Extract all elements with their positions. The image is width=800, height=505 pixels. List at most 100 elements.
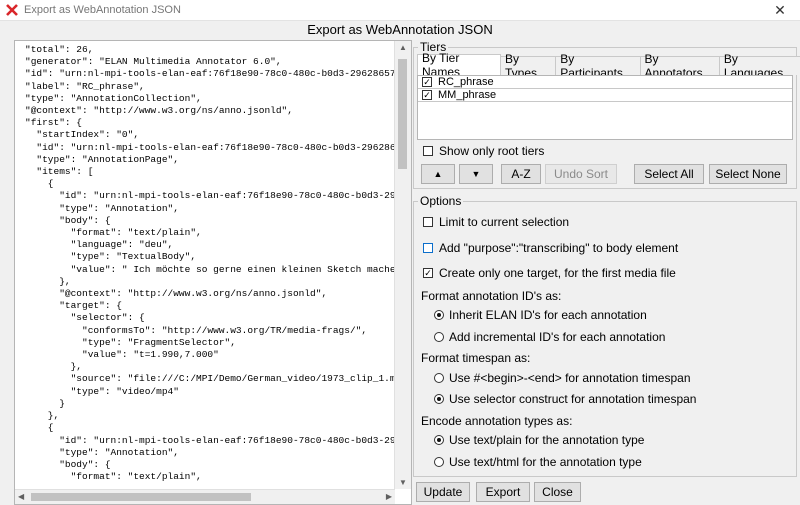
move-up-button[interactable]: ▲ — [421, 164, 455, 184]
use-hash-option[interactable]: Use #<begin>-<end> for annotation timesp… — [434, 371, 691, 385]
json-line: "type": "TextualBody", — [25, 251, 197, 263]
tier-list[interactable]: ✓ RC_phrase ✓ MM_phrase — [417, 75, 793, 140]
text-html-option[interactable]: Use text/html for the annotation type — [434, 455, 642, 469]
move-down-button[interactable]: ▼ — [459, 164, 493, 184]
json-line: "startIndex": "0", — [25, 129, 140, 141]
use-selector-option[interactable]: Use selector construct for annotation ti… — [434, 392, 696, 406]
json-line: "id": "urn:nl-mpi-tools-elan-eaf:76f18e9… — [25, 68, 405, 80]
one-target-option[interactable]: ✓ Create only one target, for the first … — [423, 266, 676, 280]
json-preview-text[interactable]: "total": 26, "generator": "ELAN Multimedi… — [15, 41, 405, 492]
tab-by-languages[interactable]: By Languages — [718, 52, 800, 80]
json-line: "target": { — [25, 300, 122, 312]
json-line: "type": "Annotation", — [25, 446, 179, 458]
limit-selection-checkbox[interactable] — [423, 217, 433, 227]
json-horizontal-scrollbar[interactable]: ◀ ▶ — [15, 489, 395, 504]
json-line: "language": "deu", — [25, 239, 174, 251]
text-plain-radio[interactable] — [434, 435, 444, 445]
json-line: }, — [25, 410, 60, 422]
tab-by-annotators[interactable]: By Annotators — [639, 52, 720, 80]
text-plain-label: Use text/plain for the annotation type — [449, 433, 645, 447]
close-icon: ✕ — [774, 1, 786, 18]
json-line: "selector": { — [25, 312, 145, 324]
inherit-ids-radio[interactable] — [434, 310, 444, 320]
select-none-button[interactable]: Select None — [709, 164, 787, 184]
scroll-left-icon[interactable]: ◀ — [18, 492, 24, 501]
text-html-radio[interactable] — [434, 457, 444, 467]
json-line: "type": "Annotation", — [25, 202, 179, 214]
add-purpose-option[interactable]: Add "purpose":"transcribing" to body ele… — [423, 241, 678, 255]
arrow-down-icon: ▼ — [471, 169, 481, 179]
tier-checkbox-rc-phrase[interactable]: ✓ — [422, 77, 432, 87]
window-close-button[interactable]: ✕ — [760, 0, 800, 20]
tier-row-rc-phrase[interactable]: ✓ RC_phrase — [418, 76, 792, 89]
text-plain-option[interactable]: Use text/plain for the annotation type — [434, 433, 644, 447]
elan-app-icon — [6, 4, 18, 16]
tab-by-tier-names[interactable]: By Tier Names — [417, 51, 502, 79]
tier-name: MM_phrase — [438, 89, 497, 101]
json-line: "label": "RC_phrase", — [25, 80, 145, 92]
export-button[interactable]: Export — [476, 482, 530, 502]
options-group-label: Options — [418, 194, 464, 208]
json-line: "source": "file:///C:/MPI/Demo/German_vi… — [25, 373, 402, 385]
close-button[interactable]: Close — [534, 482, 581, 502]
json-line: "type": "AnnotationPage", — [25, 153, 179, 165]
format-timespan-label: Format timespan as: — [421, 351, 531, 365]
dialog-heading: Export as WebAnnotation JSON — [307, 22, 493, 37]
sort-az-button[interactable]: A-Z — [501, 164, 541, 184]
inherit-ids-option[interactable]: Inherit ELAN ID's for each annotation — [434, 308, 647, 322]
json-line: "type": "video/mp4" — [25, 385, 179, 397]
use-hash-radio[interactable] — [434, 373, 444, 383]
json-line: "@context": "http://www.w3.org/ns/anno.j… — [25, 105, 293, 117]
show-root-tiers-label: Show only root tiers — [439, 144, 545, 158]
json-line: } — [25, 397, 65, 409]
scroll-down-icon[interactable]: ▼ — [399, 478, 407, 487]
tier-tabs: By Tier Names By Types By Participants B… — [417, 51, 800, 80]
arrow-up-icon: ▲ — [433, 169, 443, 179]
json-line: "first": { — [25, 117, 83, 129]
select-all-button[interactable]: Select All — [634, 164, 704, 184]
incremental-ids-label: Add incremental ID's for each annotation — [449, 330, 666, 344]
json-vertical-scrollbar[interactable]: ▲ ▼ — [394, 41, 411, 489]
one-target-label: Create only one target, for the first me… — [439, 266, 676, 280]
tier-name: RC_phrase — [438, 76, 494, 88]
limit-selection-option[interactable]: Limit to current selection — [423, 215, 569, 229]
incremental-ids-option[interactable]: Add incremental ID's for each annotation — [434, 330, 665, 344]
json-line: "body": { — [25, 214, 111, 226]
tab-by-types[interactable]: By Types — [500, 52, 557, 80]
json-line: "items": [ — [25, 166, 94, 178]
json-line: "id": "urn:nl-mpi-tools-elan-eaf:76f18e9… — [25, 434, 402, 446]
use-selector-radio[interactable] — [434, 394, 444, 404]
json-line: }, — [25, 275, 71, 287]
one-target-checkbox[interactable]: ✓ — [423, 268, 433, 278]
json-line: "id": "urn:nl-mpi-tools-elan-eaf:76f18e9… — [25, 141, 405, 153]
update-button[interactable]: Update — [416, 482, 470, 502]
json-line: "value": " Ich möchte so gerne einen kle… — [25, 263, 402, 275]
json-line: }, — [25, 361, 83, 373]
tier-row-mm-phrase[interactable]: ✓ MM_phrase — [418, 89, 792, 102]
json-line: "format": "text/plain", — [25, 227, 202, 239]
use-selector-label: Use selector construct for annotation ti… — [449, 392, 697, 406]
add-purpose-label: Add "purpose":"transcribing" to body ele… — [439, 241, 679, 255]
json-line: "total": 26, — [25, 44, 94, 55]
show-root-tiers-checkbox[interactable] — [423, 146, 433, 156]
inherit-ids-label: Inherit ELAN ID's for each annotation — [449, 308, 647, 322]
json-line: "id": "urn:nl-mpi-tools-elan-eaf:76f18e9… — [25, 190, 402, 202]
use-hash-label: Use #<begin>-<end> for annotation timesp… — [449, 371, 691, 385]
json-preview-panel[interactable]: "total": 26, "generator": "ELAN Multimedi… — [14, 40, 412, 505]
json-line: "generator": "ELAN Multimedia Annotator … — [25, 56, 282, 68]
add-purpose-checkbox[interactable] — [423, 243, 433, 253]
vertical-scroll-thumb[interactable] — [398, 59, 407, 169]
scroll-up-icon[interactable]: ▲ — [399, 43, 407, 52]
json-line: { — [25, 422, 54, 434]
json-line: "value": "t=1.990,7.000" — [25, 349, 219, 361]
limit-selection-label: Limit to current selection — [439, 215, 570, 229]
show-root-tiers-option[interactable]: Show only root tiers — [423, 144, 544, 158]
title-bar: Export as WebAnnotation JSON ✕ — [0, 0, 800, 21]
json-line: "body": { — [25, 458, 111, 470]
tier-checkbox-mm-phrase[interactable]: ✓ — [422, 90, 432, 100]
horizontal-scroll-thumb[interactable] — [31, 493, 251, 501]
tab-by-participants[interactable]: By Participants — [555, 52, 641, 80]
incremental-ids-radio[interactable] — [434, 332, 444, 342]
scroll-right-icon[interactable]: ▶ — [386, 492, 392, 501]
undo-sort-button[interactable]: Undo Sort — [545, 164, 617, 184]
